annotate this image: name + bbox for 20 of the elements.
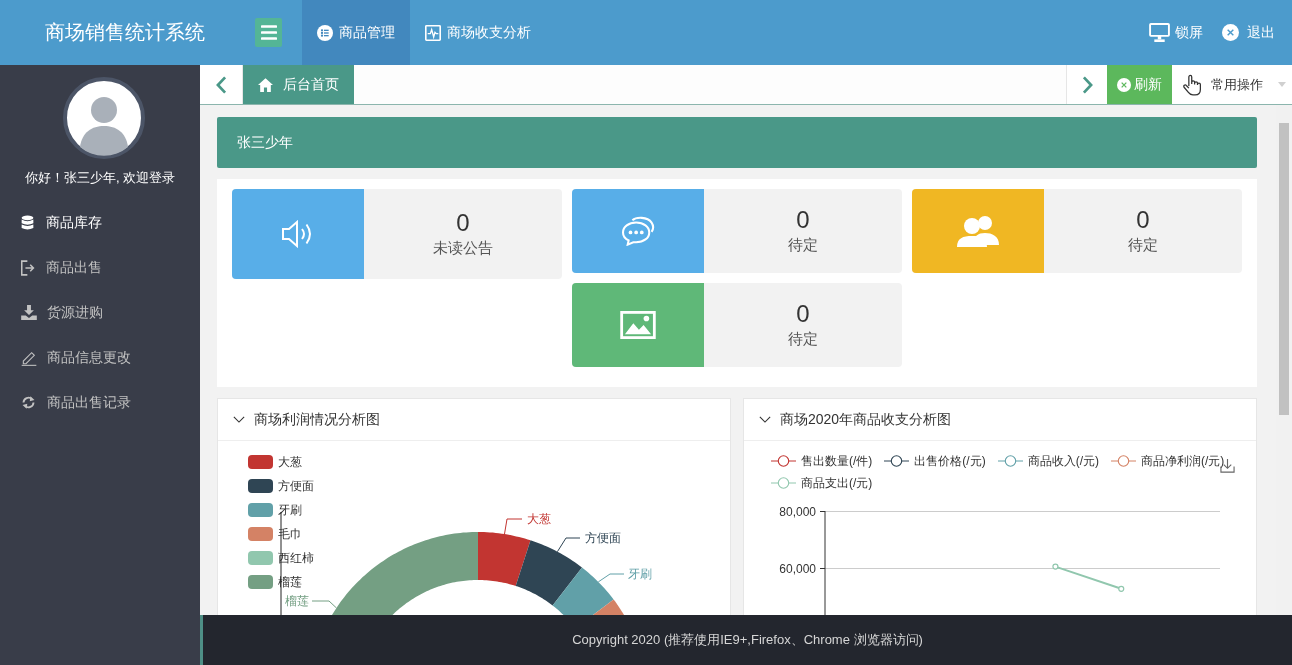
stat-label: 未读公告 bbox=[433, 238, 493, 258]
chart-title: 商场2020年商品收支分析图 bbox=[780, 410, 952, 429]
copyright-text: Copyright 2020 (推荐使用IE9+,Firefox、Chrome 浏览器访问) bbox=[572, 631, 923, 649]
stat-value: 0 bbox=[1136, 206, 1150, 234]
stat-label: 待定 bbox=[1128, 235, 1158, 255]
stat-value: 0 bbox=[796, 206, 810, 234]
y-axis-label: 60,000 bbox=[779, 561, 816, 576]
chart-title: 商场利润情况分析图 bbox=[254, 410, 380, 429]
slice-label: 方便面 bbox=[585, 531, 621, 545]
slice-label: 牙刷 bbox=[628, 567, 652, 581]
welcome-banner: 张三少年 bbox=[217, 117, 1257, 168]
app-title: 商场销售统计系统 bbox=[45, 21, 205, 43]
stat-label: 待定 bbox=[788, 235, 818, 255]
slice-label: 大葱 bbox=[527, 512, 551, 526]
y-axis-label: 80,000 bbox=[779, 504, 816, 519]
slice-label: 榴莲 bbox=[285, 594, 309, 608]
stat-value: 0 bbox=[456, 209, 470, 237]
stat-value: 0 bbox=[796, 300, 810, 328]
greeting-text: 你好！张三少年, 欢迎登录 bbox=[23, 170, 177, 186]
stat-label: 待定 bbox=[788, 329, 818, 349]
